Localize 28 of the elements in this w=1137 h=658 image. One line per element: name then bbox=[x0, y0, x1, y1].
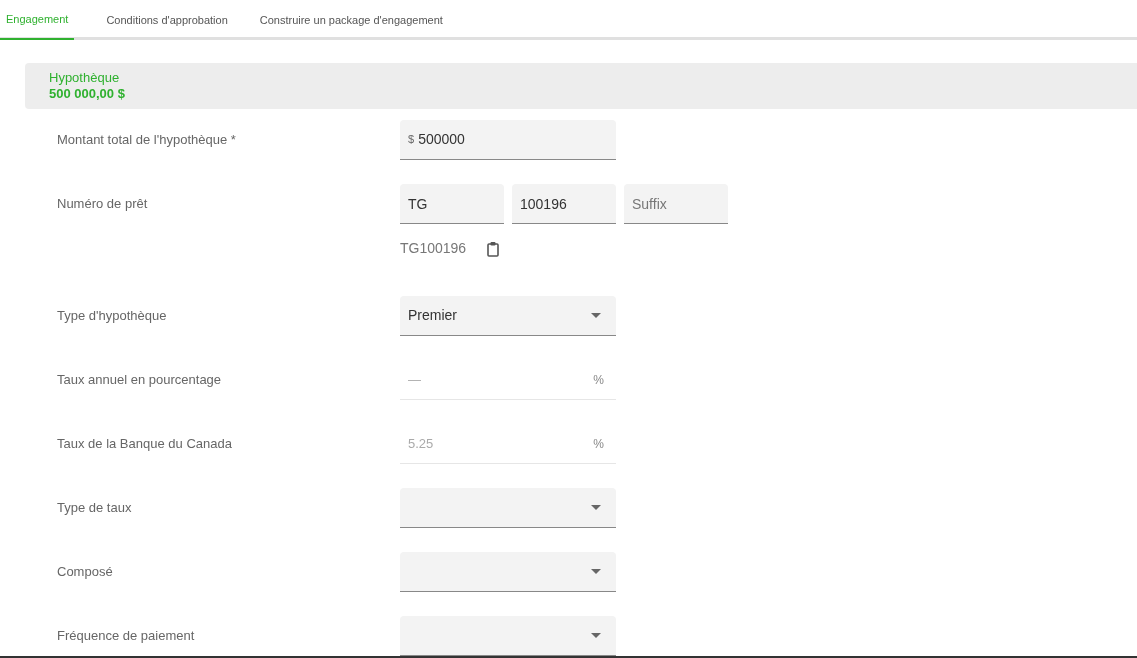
loan-number-text: TG100196 bbox=[400, 239, 467, 258]
dropdown-caret-icon bbox=[591, 313, 601, 318]
dropdown-caret-icon bbox=[591, 633, 601, 638]
tab[interactable]: Conditions d'approbation bbox=[90, 0, 244, 40]
dropdown-caret-icon bbox=[591, 569, 601, 574]
dropdown[interactable] bbox=[400, 616, 616, 656]
field-label: Taux annuel en pourcentage bbox=[57, 371, 222, 390]
readonly-field: — % bbox=[400, 360, 616, 400]
dropdown[interactable]: Premier bbox=[400, 296, 616, 336]
loan-number-field[interactable]: 100196 bbox=[512, 184, 616, 224]
field-label: Fréquence de paiement bbox=[57, 627, 195, 646]
loan-number-field[interactable]: TG bbox=[400, 184, 504, 224]
field-label: Montant total de l'hypothèque * bbox=[57, 131, 236, 150]
section-title: Hypothèque bbox=[49, 70, 121, 86]
loan-number-field[interactable]: Suffix bbox=[624, 184, 728, 224]
field-label: Type de taux bbox=[57, 499, 132, 518]
amount-field[interactable]: $ 500000 bbox=[400, 120, 616, 160]
dropdown[interactable] bbox=[400, 552, 616, 592]
field-label: Taux de la Banque du Canada bbox=[57, 435, 232, 454]
field-label: Composé bbox=[57, 563, 113, 582]
field-label: Type d'hypothèque bbox=[57, 307, 167, 326]
dropdown[interactable] bbox=[400, 488, 616, 528]
field-label: Numéro de prêt bbox=[57, 195, 148, 214]
readonly-field: 5.25 % bbox=[400, 424, 616, 464]
tab[interactable]: Construire un package d'engagement bbox=[243, 0, 459, 40]
clipboard-icon[interactable] bbox=[486, 240, 501, 257]
dropdown-caret-icon bbox=[591, 505, 601, 510]
section-amount: 500 000,00 $ bbox=[49, 86, 126, 102]
